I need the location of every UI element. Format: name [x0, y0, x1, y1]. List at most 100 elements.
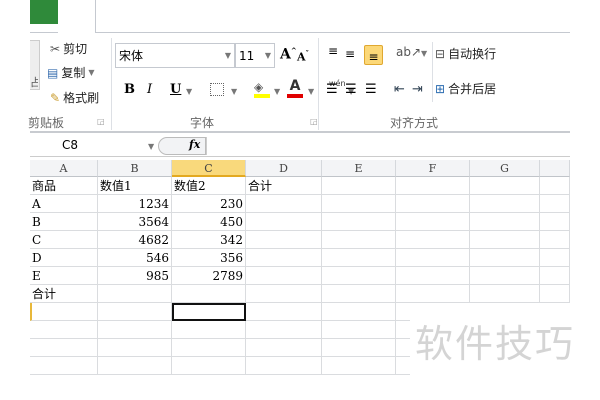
increase-indent-button[interactable]: ⇥: [412, 82, 423, 97]
cell[interactable]: D: [30, 249, 98, 267]
cell[interactable]: E: [30, 267, 98, 285]
italic-button[interactable]: I: [147, 82, 152, 97]
cell[interactable]: 230: [172, 195, 246, 213]
chevron-down-icon[interactable]: ▼: [274, 87, 280, 96]
cell[interactable]: [246, 213, 322, 231]
cell[interactable]: [396, 231, 470, 249]
cell[interactable]: [246, 231, 322, 249]
formula-input[interactable]: [206, 137, 570, 155]
cell[interactable]: 985: [98, 267, 172, 285]
cell[interactable]: [30, 339, 98, 357]
cell[interactable]: 546: [98, 249, 172, 267]
cell[interactable]: [246, 267, 322, 285]
cell[interactable]: 1234: [98, 195, 172, 213]
cell[interactable]: [246, 195, 322, 213]
cell[interactable]: [246, 357, 322, 375]
cell[interactable]: [322, 285, 396, 303]
cell[interactable]: [540, 177, 570, 195]
align-top-button[interactable]: ≡: [328, 44, 338, 58]
cell[interactable]: [322, 249, 396, 267]
cell[interactable]: [98, 357, 172, 375]
cell[interactable]: [470, 267, 540, 285]
cell[interactable]: 合计: [30, 285, 98, 303]
cell[interactable]: [172, 285, 246, 303]
wrap-text-button[interactable]: ⊟ 自动换行: [435, 45, 496, 62]
tab-home[interactable]: [58, 0, 96, 34]
dialog-launcher-icon[interactable]: ◲: [310, 117, 318, 126]
name-box[interactable]: C8: [62, 138, 78, 152]
cell[interactable]: [30, 357, 98, 375]
cell[interactable]: [470, 285, 540, 303]
cell[interactable]: [470, 231, 540, 249]
cell[interactable]: [322, 267, 396, 285]
cell[interactable]: [322, 213, 396, 231]
cell[interactable]: 450: [172, 213, 246, 231]
shrink-font-button[interactable]: Aˇ: [297, 49, 309, 64]
cell[interactable]: [246, 249, 322, 267]
column-header-b[interactable]: B: [98, 160, 172, 177]
cell[interactable]: [246, 339, 322, 357]
cell[interactable]: 合计: [246, 177, 322, 195]
cell[interactable]: [30, 321, 98, 339]
cell[interactable]: [322, 303, 396, 321]
cell[interactable]: [30, 303, 98, 321]
font-size-select[interactable]: 11 ▼: [235, 43, 275, 68]
cell[interactable]: [470, 213, 540, 231]
align-middle-button[interactable]: ≡: [345, 47, 355, 61]
column-header-f[interactable]: F: [396, 160, 470, 177]
cell[interactable]: 数值2: [172, 177, 246, 195]
cell[interactable]: [540, 285, 570, 303]
cell[interactable]: [396, 195, 470, 213]
grow-font-button[interactable]: A^: [280, 46, 297, 63]
cell[interactable]: [246, 285, 322, 303]
merge-center-button[interactable]: ⊞ 合并后居: [435, 80, 496, 97]
cell[interactable]: C: [30, 231, 98, 249]
align-right-button[interactable]: ☰: [365, 82, 377, 97]
chevron-down-icon[interactable]: ▼: [231, 87, 237, 96]
cell[interactable]: [470, 195, 540, 213]
cell[interactable]: [540, 213, 570, 231]
active-cell[interactable]: [172, 303, 246, 321]
tab-file[interactable]: [30, 0, 58, 24]
cell[interactable]: [540, 195, 570, 213]
cell[interactable]: [396, 285, 470, 303]
underline-button[interactable]: U: [170, 82, 181, 97]
cell[interactable]: 342: [172, 231, 246, 249]
cell[interactable]: [322, 177, 396, 195]
align-bottom-button[interactable]: ≡: [364, 45, 383, 65]
insert-function-button[interactable]: fx: [189, 138, 200, 151]
cell[interactable]: [396, 213, 470, 231]
cell[interactable]: 数值1: [98, 177, 172, 195]
cell[interactable]: 356: [172, 249, 246, 267]
align-left-button[interactable]: ☰: [326, 82, 338, 97]
align-center-button[interactable]: ☰: [345, 82, 357, 97]
dialog-launcher-icon[interactable]: ◲: [97, 117, 105, 126]
cell[interactable]: [322, 231, 396, 249]
font-color-button[interactable]: A: [287, 79, 303, 98]
cell[interactable]: [246, 321, 322, 339]
chevron-down-icon[interactable]: ▼: [186, 87, 192, 96]
cell[interactable]: [540, 231, 570, 249]
cell[interactable]: [470, 177, 540, 195]
copy-button[interactable]: ▤ 复制 ▼: [47, 64, 95, 81]
column-header-d[interactable]: D: [246, 160, 322, 177]
cell[interactable]: [540, 249, 570, 267]
cell[interactable]: 4682: [98, 231, 172, 249]
cell[interactable]: A: [30, 195, 98, 213]
cell[interactable]: [322, 357, 396, 375]
borders-button[interactable]: [210, 83, 224, 96]
cell[interactable]: [172, 321, 246, 339]
cell[interactable]: [396, 249, 470, 267]
chevron-down-icon[interactable]: ▼: [148, 142, 154, 151]
column-header-a[interactable]: A: [30, 160, 98, 177]
cut-button[interactable]: ✂ 剪切: [50, 40, 87, 57]
cell[interactable]: [540, 267, 570, 285]
cell[interactable]: [322, 339, 396, 357]
cell[interactable]: [322, 321, 396, 339]
column-header-c[interactable]: C: [172, 160, 246, 177]
cell[interactable]: [98, 303, 172, 321]
cell[interactable]: [98, 285, 172, 303]
column-header-g[interactable]: G: [470, 160, 540, 177]
bold-button[interactable]: B: [124, 82, 135, 97]
cell[interactable]: 3564: [98, 213, 172, 231]
